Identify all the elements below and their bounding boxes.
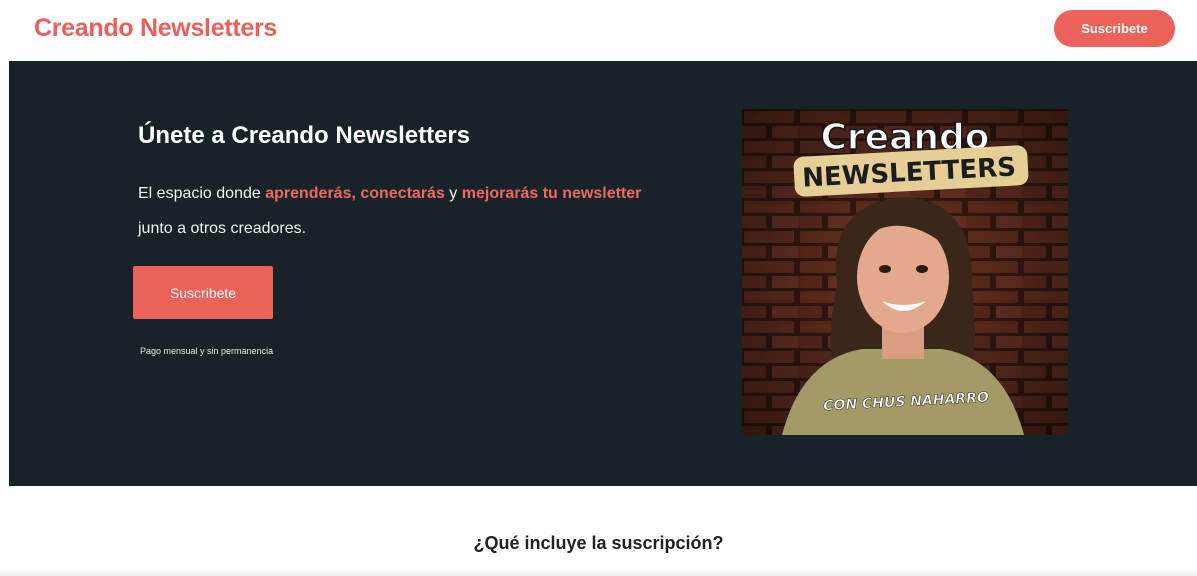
hero-description: El espacio donde aprenderás, conectarás … (138, 176, 718, 246)
hero-desc-text: junto a otros creadores. (138, 220, 307, 237)
hero-desc-text: El espacio donde (138, 185, 266, 202)
hero-desc-text: y (444, 185, 462, 202)
cover-artwork: Creando NEWSLETTERS CON CHUS NAHARRO (742, 109, 1068, 435)
hero-highlight-learn: aprenderás, conectarás (265, 185, 445, 202)
hero-section: Únete a Creando Newsletters El espacio d… (9, 61, 1197, 486)
section-title: ¿Qué incluye la suscripción? (473, 533, 724, 553)
header-subscribe-button[interactable]: Suscribete (1054, 10, 1175, 47)
hero-note: Pago mensual y sin permanencia (140, 346, 274, 356)
brand-logo[interactable]: Creando Newsletters (34, 14, 277, 43)
hero-highlight-improve: mejorarás tu newsletter (461, 185, 642, 202)
hero-subscribe-button[interactable]: Suscribete (133, 266, 273, 319)
cover-image: Creando NEWSLETTERS CON CHUS NAHARRO (742, 109, 1068, 435)
section-divider (0, 568, 1197, 576)
top-navbar: Creando Newsletters Suscribete (0, 0, 1197, 60)
hero-title: Únete a Creando Newsletters (138, 122, 471, 149)
